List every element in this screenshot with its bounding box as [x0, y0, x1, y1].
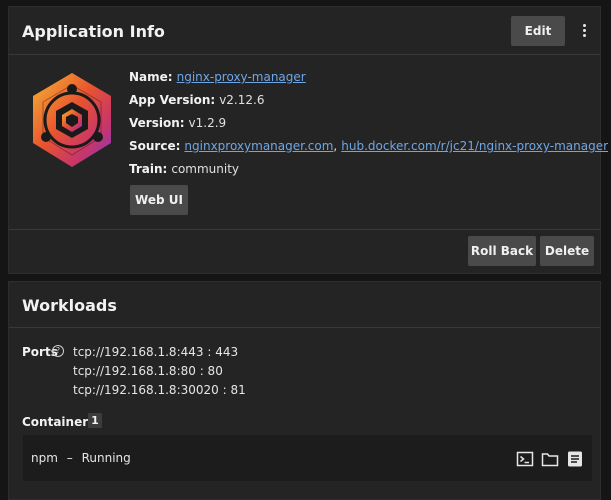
roll-back-button[interactable]: Roll Back — [468, 236, 536, 266]
version-label: Version: — [129, 116, 185, 130]
delete-button[interactable]: Delete — [540, 236, 594, 266]
workloads-divider — [9, 327, 600, 328]
application-info-title: Application Info — [22, 22, 165, 41]
source-link-website[interactable]: nginxproxymanager.com — [184, 139, 333, 153]
containers-count-badge: 1 — [88, 413, 102, 428]
port-mapping: tcp://192.168.1.8:30020 : 81 — [73, 383, 246, 397]
container-separator: – — [66, 451, 73, 465]
version-value: v1.2.9 — [188, 116, 227, 130]
more-options-icon[interactable] — [577, 22, 591, 40]
help-icon[interactable]: ? — [52, 345, 64, 357]
port-mapping: tcp://192.168.1.8:443 : 443 — [73, 345, 239, 359]
source-link-docker-hub[interactable]: hub.docker.com/r/jc21/nginx-proxy-manage… — [341, 139, 608, 153]
workloads-title: Workloads — [22, 296, 117, 315]
workloads-card: Workloads Ports ? tcp://192.168.1.8:443 … — [8, 281, 601, 500]
app-logo-icon — [33, 73, 111, 167]
train-label: Train: — [129, 162, 168, 176]
train-value: community — [171, 162, 240, 176]
logs-icon[interactable] — [566, 450, 584, 468]
train-row: Train: community — [129, 162, 239, 176]
container-row: npm – Running — [23, 435, 592, 481]
header-divider — [9, 54, 600, 55]
name-label: Name: — [129, 70, 173, 84]
application-info-card: Application Info Edit Name: nginx-proxy-m… — [8, 6, 608, 274]
container-status: Running — [81, 451, 131, 465]
container-name: npm — [31, 451, 58, 465]
web-ui-button[interactable]: Web UI — [130, 185, 188, 215]
footer-divider — [9, 229, 600, 230]
app-version-label: App Version: — [129, 93, 216, 107]
container-entry: npm – Running — [31, 451, 131, 465]
app-version-value: v2.12.6 — [219, 93, 265, 107]
edit-button[interactable]: Edit — [511, 16, 565, 46]
app-name-row: Name: nginx-proxy-manager — [129, 70, 306, 84]
source-row: Source: nginxproxymanager.com, hub.docker.… — [129, 139, 608, 153]
app-name-link[interactable]: nginx-proxy-manager — [177, 70, 306, 84]
folder-icon[interactable] — [541, 450, 559, 468]
app-version-row: App Version: v2.12.6 — [129, 93, 264, 107]
containers-label: Containers — [22, 415, 96, 429]
terminal-icon[interactable] — [516, 450, 534, 468]
source-label: Source: — [129, 139, 181, 153]
port-mapping: tcp://192.168.1.8:80 : 80 — [73, 364, 223, 378]
version-row: Version: v1.2.9 — [129, 116, 226, 130]
source-separator: , — [333, 139, 338, 153]
